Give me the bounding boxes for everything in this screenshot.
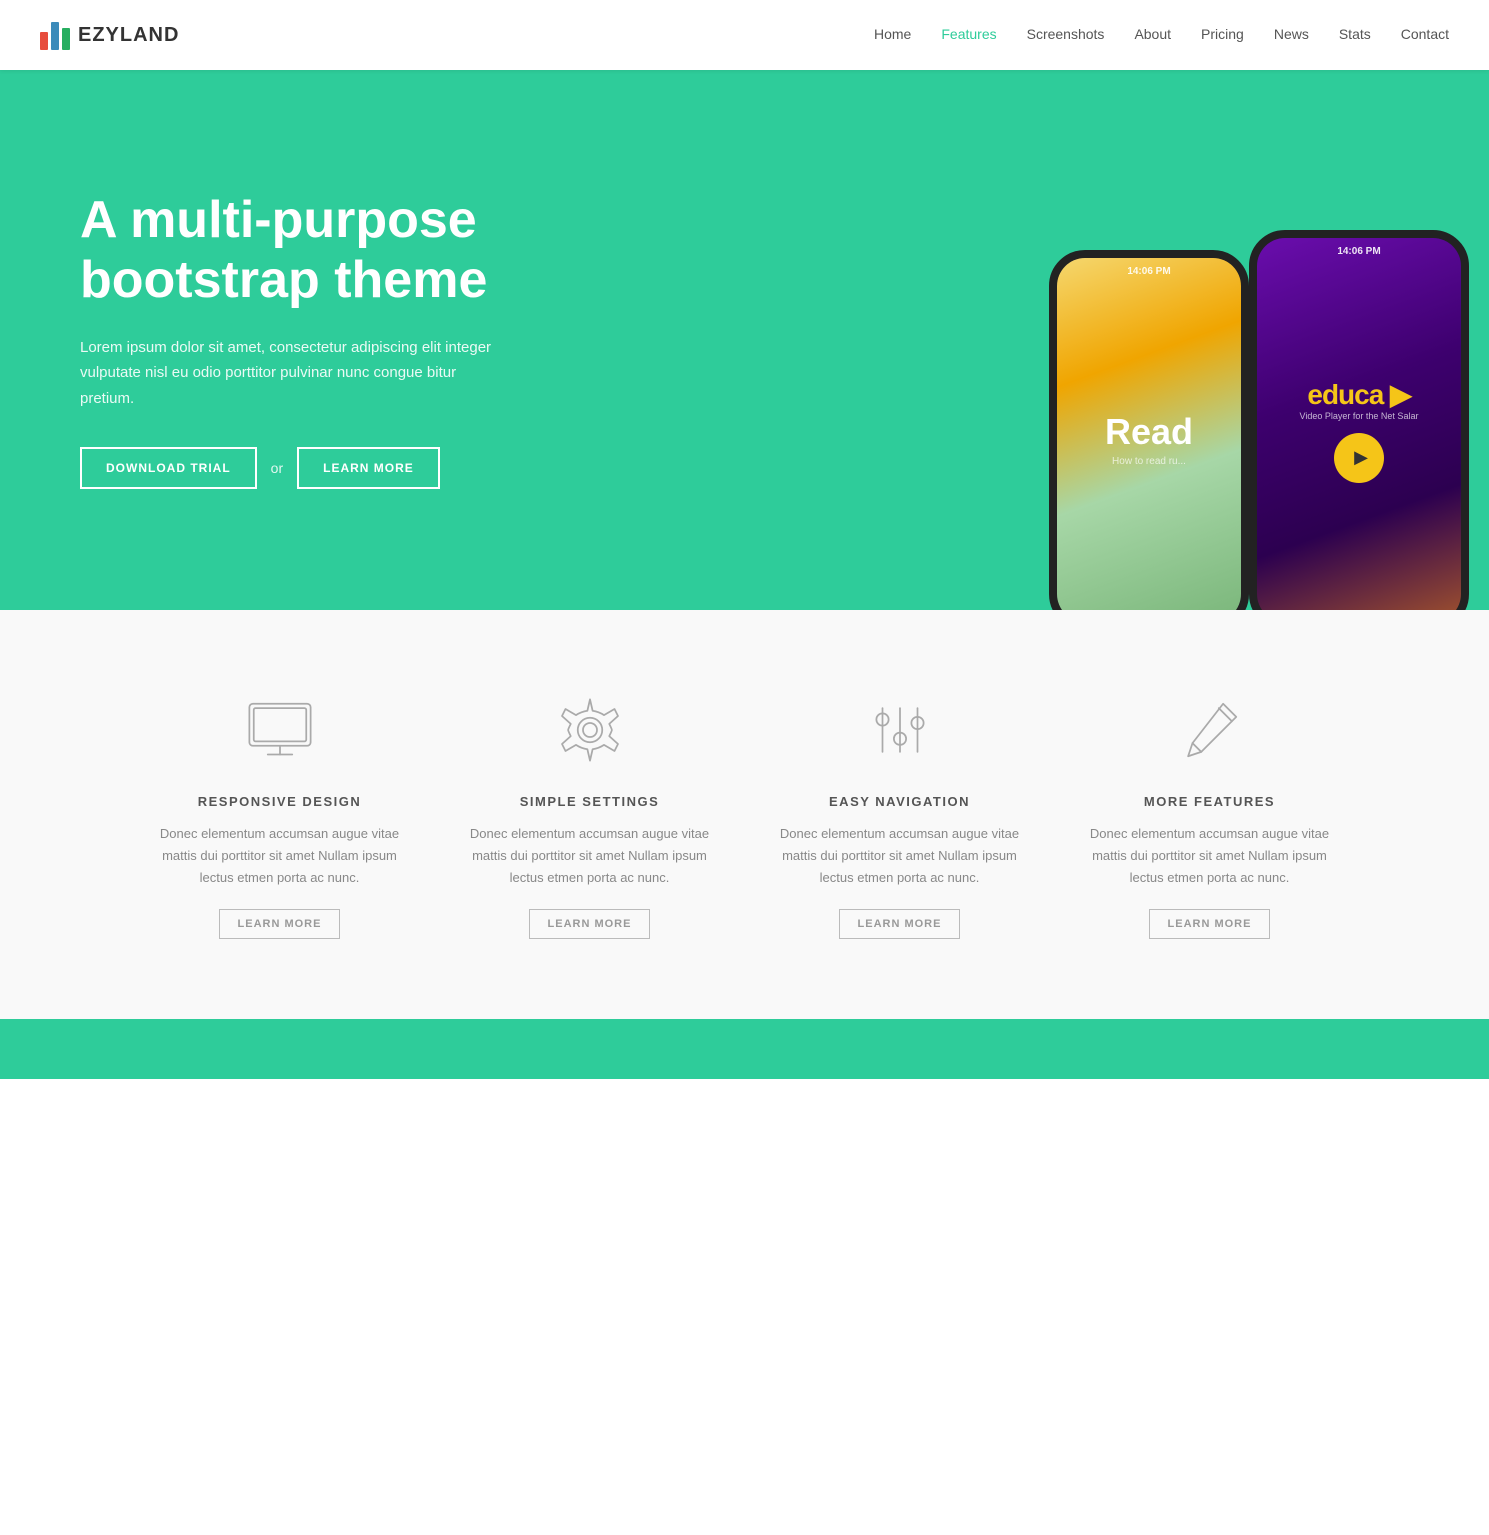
download-trial-button[interactable]: DOWNLOAD TRIAL bbox=[80, 447, 257, 489]
feature-navigation-title: EASY NAVIGATION bbox=[829, 794, 970, 809]
phone-right-time: 14:06 PM bbox=[1257, 246, 1461, 257]
feature-settings-btn[interactable]: LEARN MORE bbox=[529, 909, 651, 939]
bar-icon-3 bbox=[62, 28, 70, 50]
nav-stats[interactable]: Stats bbox=[1339, 26, 1371, 42]
nav-contact[interactable]: Contact bbox=[1401, 26, 1449, 42]
feature-responsive: RESPONSIVE DESIGN Donec elementum accums… bbox=[145, 690, 415, 939]
pencil-svg bbox=[1175, 695, 1245, 765]
nav-home[interactable]: Home bbox=[874, 26, 911, 42]
feature-responsive-title: RESPONSIVE DESIGN bbox=[198, 794, 361, 809]
features-section: RESPONSIVE DESIGN Donec elementum accums… bbox=[0, 610, 1489, 1019]
feature-navigation: EASY NAVIGATION Donec elementum accumsan… bbox=[765, 690, 1035, 939]
pencil-icon bbox=[1165, 690, 1255, 770]
hero-description: Lorem ipsum dolor sit amet, consectetur … bbox=[80, 335, 500, 412]
monitor-svg bbox=[245, 695, 315, 765]
bar-icon-2 bbox=[51, 22, 59, 50]
phones-mockup: 14:06 PM Read How to read ru... 14:06 PM… bbox=[989, 70, 1489, 610]
feature-navigation-desc: Donec elementum accumsan augue vitae mat… bbox=[765, 823, 1035, 889]
hero-content: A multi-purpose bootstrap theme Lorem ip… bbox=[0, 70, 745, 610]
sliders-icon bbox=[855, 690, 945, 770]
hero-buttons: DOWNLOAD TRIAL or LEARN MORE bbox=[80, 447, 685, 489]
phone-screen-left: 14:06 PM Read How to read ru... bbox=[1057, 258, 1241, 610]
settings-icon bbox=[545, 690, 635, 770]
feature-settings: SIMPLE SETTINGS Donec elementum accumsan… bbox=[455, 690, 725, 939]
monitor-icon bbox=[235, 690, 325, 770]
settings-svg bbox=[555, 695, 625, 765]
phone-right: 14:06 PM educa ▶ Video Player for the Ne… bbox=[1249, 230, 1469, 610]
hero-image: 14:06 PM Read How to read ru... 14:06 PM… bbox=[745, 70, 1489, 610]
phone-left-time: 14:06 PM bbox=[1057, 266, 1241, 277]
feature-settings-desc: Donec elementum accumsan augue vitae mat… bbox=[455, 823, 725, 889]
feature-more-title: MORE FEATURES bbox=[1144, 794, 1275, 809]
nav-pricing[interactable]: Pricing bbox=[1201, 26, 1244, 42]
nav-screenshots[interactable]: Screenshots bbox=[1027, 26, 1105, 42]
feature-more: MORE FEATURES Donec elementum accumsan a… bbox=[1075, 690, 1345, 939]
hero-title: A multi-purpose bootstrap theme bbox=[80, 191, 685, 311]
hero-learn-more-button[interactable]: LEARN MORE bbox=[297, 447, 440, 489]
brand-logo[interactable]: EZYLAND bbox=[40, 20, 179, 50]
brand-icon bbox=[40, 20, 70, 50]
hero-section: A multi-purpose bootstrap theme Lorem ip… bbox=[0, 70, 1489, 610]
phone-left-read: Read bbox=[1105, 414, 1193, 450]
bar-icon-1 bbox=[40, 32, 48, 50]
feature-responsive-btn[interactable]: LEARN MORE bbox=[219, 909, 341, 939]
phone-left-subtitle: How to read ru... bbox=[1112, 456, 1186, 467]
nav-about[interactable]: About bbox=[1134, 26, 1171, 42]
phone-app-subtitle: Video Player for the Net Salar bbox=[1300, 411, 1419, 421]
nav-news[interactable]: News bbox=[1274, 26, 1309, 42]
feature-more-btn[interactable]: LEARN MORE bbox=[1149, 909, 1271, 939]
nav-links: Home Features Screenshots About Pricing … bbox=[874, 26, 1449, 44]
hero-or-text: or bbox=[271, 460, 283, 476]
play-button bbox=[1334, 433, 1384, 483]
feature-navigation-btn[interactable]: LEARN MORE bbox=[839, 909, 961, 939]
nav-features[interactable]: Features bbox=[941, 26, 996, 42]
phone-app-logo: educa ▶ bbox=[1307, 378, 1410, 411]
feature-more-desc: Donec elementum accumsan augue vitae mat… bbox=[1075, 823, 1345, 889]
footer-band bbox=[0, 1019, 1489, 1079]
phone-left: 14:06 PM Read How to read ru... bbox=[1049, 250, 1249, 610]
sliders-svg bbox=[865, 695, 935, 765]
feature-settings-title: SIMPLE SETTINGS bbox=[520, 794, 660, 809]
phone-screen-right: 14:06 PM educa ▶ Video Player for the Ne… bbox=[1257, 238, 1461, 610]
features-grid: RESPONSIVE DESIGN Donec elementum accums… bbox=[145, 690, 1345, 939]
brand-name: EZYLAND bbox=[78, 24, 179, 47]
feature-responsive-desc: Donec elementum accumsan augue vitae mat… bbox=[145, 823, 415, 889]
navbar: EZYLAND Home Features Screenshots About … bbox=[0, 0, 1489, 70]
